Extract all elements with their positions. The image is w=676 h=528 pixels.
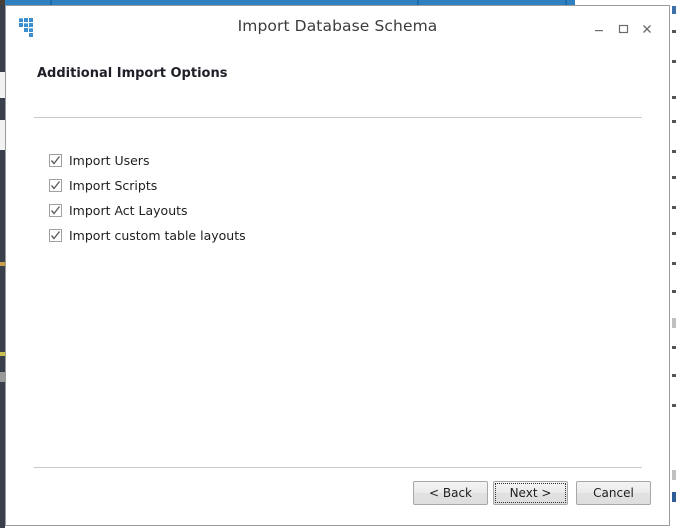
screen: Import Database Schema Additional Import… [0,0,676,528]
dialog-titlebar[interactable]: Import Database Schema [6,6,669,49]
check-icon [50,206,61,215]
cancel-button[interactable]: Cancel [576,481,651,505]
option-label: Import Act Layouts [69,203,188,218]
next-button-label: Next > [509,486,552,500]
checkbox-import-scripts[interactable] [49,179,62,192]
option-import-users[interactable]: Import Users [49,148,246,173]
option-label: Import Scripts [69,178,158,193]
header-divider [34,117,642,118]
close-icon[interactable] [635,19,659,39]
import-options-list: Import Users Import Scripts Import Act L… [49,148,246,248]
option-import-custom-table-layouts[interactable]: Import custom table layouts [49,223,246,248]
checkbox-import-users[interactable] [49,154,62,167]
next-button[interactable]: Next > [493,481,568,505]
maximize-icon[interactable] [611,19,635,39]
option-label: Import custom table layouts [69,228,246,243]
check-icon [50,181,61,190]
background-window-right-edge [672,0,676,528]
dialog-footer: < Back Next > Cancel [6,478,669,524]
checkbox-import-custom-table-layouts[interactable] [49,229,62,242]
page-title: Additional Import Options [37,66,228,81]
option-import-scripts[interactable]: Import Scripts [49,173,246,198]
check-icon [50,231,61,240]
window-controls [587,19,659,39]
check-icon [50,156,61,165]
footer-divider [34,467,642,468]
dialog-title: Import Database Schema [237,17,438,35]
option-import-act-layouts[interactable]: Import Act Layouts [49,198,246,223]
option-label: Import Users [69,153,150,168]
import-database-schema-dialog: Import Database Schema Additional Import… [5,5,670,526]
back-button[interactable]: < Back [413,481,488,505]
minimize-icon[interactable] [587,19,611,39]
checkbox-import-act-layouts[interactable] [49,204,62,217]
